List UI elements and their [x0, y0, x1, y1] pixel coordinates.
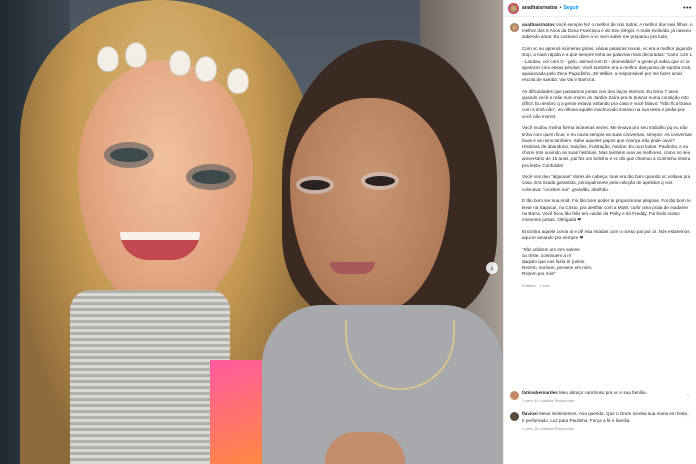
follow-button[interactable]: Seguir	[563, 5, 579, 11]
caption-quote: "Irão utilizem um tom solene ou triste, …	[522, 246, 593, 277]
person-right-eye	[365, 176, 395, 186]
shell-headpiece	[95, 40, 255, 94]
caption-paragraph: Você nos deu "algumas" dores de cabeça, …	[522, 174, 691, 192]
shell	[125, 42, 147, 68]
comment-avatar[interactable]	[510, 412, 519, 422]
caption-paragraph: Você mudou minha forma inúmeras vezes. M…	[522, 125, 692, 168]
shell	[227, 68, 249, 94]
comment-meta[interactable]: 1 sem 44 curtidas Responder	[522, 398, 687, 404]
caption-paragraph: Com vc eu aprendi inúmeras gírias, vária…	[522, 46, 693, 83]
next-photo-arrow-icon[interactable]: ›	[486, 262, 498, 274]
avatar[interactable]	[508, 2, 519, 14]
like-heart-icon[interactable]: ♡	[687, 414, 691, 420]
shell	[97, 46, 119, 72]
person-left-face	[78, 60, 253, 310]
caption-paragraph: E tão bom ser sua irmã. Foi tão bom pode…	[522, 198, 691, 222]
caption-username[interactable]: anathaisrnatos	[522, 22, 555, 27]
comment: flavioxi Meus sentimentos. Ana querida. …	[510, 411, 693, 432]
comment: fatimabernardes Meu abraço carinhoso pra…	[510, 390, 693, 404]
caption: anathaisrnatos Você sempre fez o melhor …	[504, 22, 696, 388]
person-left-eye	[110, 148, 148, 162]
post-username[interactable]: anathaisrnatos	[522, 5, 558, 11]
comment-username[interactable]: flavioxi	[522, 411, 538, 416]
post-header: anathaisrnatos • Seguir •••	[504, 0, 696, 17]
person-left-necklace	[70, 290, 230, 464]
person-right-eye	[300, 180, 330, 190]
like-heart-icon[interactable]: ♡	[687, 393, 691, 399]
post-photo[interactable]: ›	[0, 0, 503, 464]
caption-paragraph: As dificuldades que passamos juntas nos …	[522, 88, 691, 119]
post-panel: anathaisrnatos • Seguir ••• anathaisrnat…	[503, 0, 696, 464]
comments-list: fatimabernardes Meu abraço carinhoso pra…	[504, 390, 696, 439]
comment-username[interactable]: fatimabernardes	[522, 390, 558, 395]
caption-avatar[interactable]	[510, 23, 519, 32]
comment-text: Meus sentimentos. Ana querida. Que o Oru…	[522, 411, 687, 423]
shell	[195, 56, 217, 82]
caption-body: anathaisrnatos Você sempre fez o melhor …	[522, 22, 693, 289]
separator-dot: •	[559, 5, 562, 11]
more-options-icon[interactable]: •••	[683, 5, 692, 12]
comment-avatar[interactable]	[510, 391, 519, 400]
shell	[169, 50, 191, 76]
caption-paragraph: Encontra aquele coroa ai e dê mta risada…	[522, 228, 690, 240]
comment-text: Meu abraço carinhoso pra vc e sua famíli…	[559, 390, 647, 395]
person-right-lips	[330, 262, 375, 274]
comment-meta[interactable]: 1 sem 18 curtidas Responder	[522, 426, 687, 432]
person-left-eye	[192, 170, 230, 184]
post-timestamp: Editado · 1 sem	[522, 283, 551, 289]
